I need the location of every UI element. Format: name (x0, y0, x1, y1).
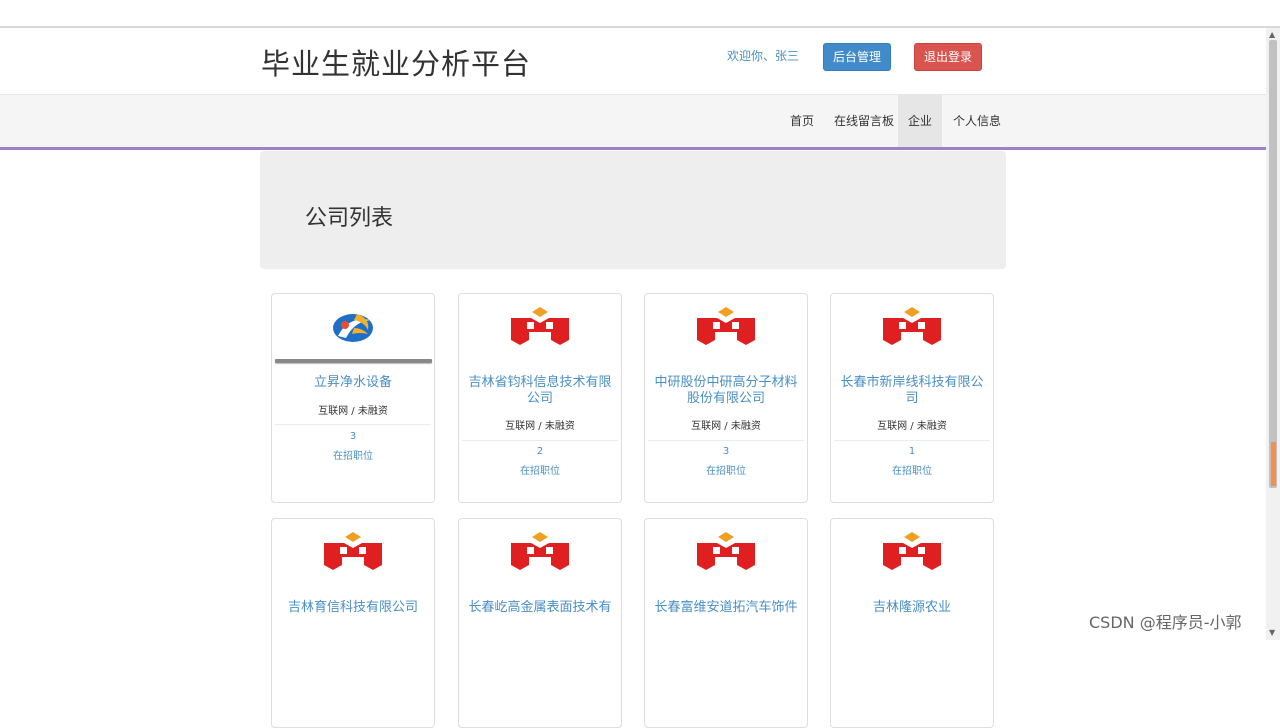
jobs-label[interactable]: 在招职位 (272, 447, 434, 462)
card-divider (834, 440, 990, 441)
company-card[interactable]: 长春富维安道拓汽车饰件 (644, 518, 808, 728)
nav-item-profile[interactable]: 个人信息 (943, 95, 1011, 147)
company-name[interactable]: 立昇净水设备 (276, 375, 430, 391)
main-navbar: 首页 在线留言板 企业 个人信息 (0, 95, 1266, 150)
company-card[interactable]: 吉林省钧科信息技术有限公司 互联网 / 未融资 2 在招职位 (458, 293, 622, 503)
company-name[interactable]: 长春市新岸线科技有限公司 (835, 375, 989, 407)
company-card[interactable]: 吉林隆源农业 (830, 518, 994, 728)
jobs-count: 3 (349, 431, 357, 442)
company-logo (272, 302, 434, 360)
logo-underline (275, 359, 432, 363)
company-card[interactable]: 中研股份中研高分子材料股份有限公司 互联网 / 未融资 3 在招职位 (644, 293, 808, 503)
jobs-count: 1 (908, 446, 916, 457)
red-h-logo-icon (883, 532, 941, 570)
company-logo (459, 527, 621, 585)
company-name[interactable]: 吉林省钧科信息技术有限公司 (463, 375, 617, 407)
jobs-label[interactable]: 在招职位 (459, 462, 621, 477)
site-title: 毕业生就业分析平台 (261, 47, 532, 81)
company-tags: 互联网 / 未融资 (505, 421, 575, 432)
scroll-down-arrow-icon[interactable]: ▼ (1269, 628, 1275, 637)
site-header: 毕业生就业分析平台 欢迎你、张三 后台管理 退出登录 (0, 28, 1266, 95)
scrollbar-thumb[interactable] (1269, 40, 1277, 488)
jobs-count: 3 (722, 446, 730, 457)
scrollbar-marker (1271, 442, 1276, 486)
scroll-up-arrow-icon[interactable]: ▲ (1269, 30, 1275, 39)
company-card[interactable]: 吉林育信科技有限公司 (271, 518, 435, 728)
red-h-logo-icon (511, 307, 569, 345)
blue-swirl-logo-icon (333, 314, 373, 342)
page-banner: 公司列表 (260, 151, 1006, 269)
nav-item-home[interactable]: 首页 (780, 95, 824, 147)
company-name[interactable]: 吉林隆源农业 (835, 600, 989, 616)
jobs-label[interactable]: 在招职位 (645, 462, 807, 477)
company-logo (831, 302, 993, 360)
card-divider (275, 424, 431, 425)
company-tags: 互联网 / 未融资 (877, 421, 947, 432)
company-card[interactable]: 长春屹高金属表面技术有 (458, 518, 622, 728)
jobs-label[interactable]: 在招职位 (831, 462, 993, 477)
red-h-logo-icon (511, 532, 569, 570)
card-divider (462, 440, 618, 441)
red-h-logo-icon (697, 532, 755, 570)
admin-button[interactable]: 后台管理 (823, 43, 892, 71)
company-name[interactable]: 吉林育信科技有限公司 (276, 600, 430, 616)
page-scrollbar[interactable]: ▲ ▼ (1266, 28, 1280, 640)
browser-top-strip (0, 0, 1280, 28)
company-tags: 互联网 / 未融资 (691, 421, 761, 432)
company-tags: 互联网 / 未融资 (318, 406, 388, 417)
csdn-watermark: CSDN @程序员-小郭 (1089, 613, 1242, 632)
company-card[interactable]: 长春市新岸线科技有限公司 互联网 / 未融资 1 在招职位 (830, 293, 994, 503)
logout-button[interactable]: 退出登录 (914, 43, 983, 71)
company-name[interactable]: 长春屹高金属表面技术有 (463, 600, 617, 616)
welcome-text: 欢迎你、张三 (727, 49, 800, 63)
company-logo (645, 527, 807, 585)
company-logo (831, 527, 993, 585)
red-h-logo-icon (324, 532, 382, 570)
nav-item-companies[interactable]: 企业 (898, 95, 943, 147)
company-name[interactable]: 中研股份中研高分子材料股份有限公司 (649, 375, 803, 407)
red-h-logo-icon (697, 307, 755, 345)
jobs-count: 2 (536, 446, 544, 457)
page-title: 公司列表 (305, 206, 394, 231)
company-logo (459, 302, 621, 360)
company-card[interactable]: 立昇净水设备 互联网 / 未融资 3 在招职位 (271, 293, 435, 503)
nav-item-message-board[interactable]: 在线留言板 (824, 95, 904, 147)
company-logo (272, 527, 434, 585)
red-h-logo-icon (883, 307, 941, 345)
company-name[interactable]: 长春富维安道拓汽车饰件 (649, 600, 803, 616)
company-logo (645, 302, 807, 360)
card-divider (648, 440, 804, 441)
